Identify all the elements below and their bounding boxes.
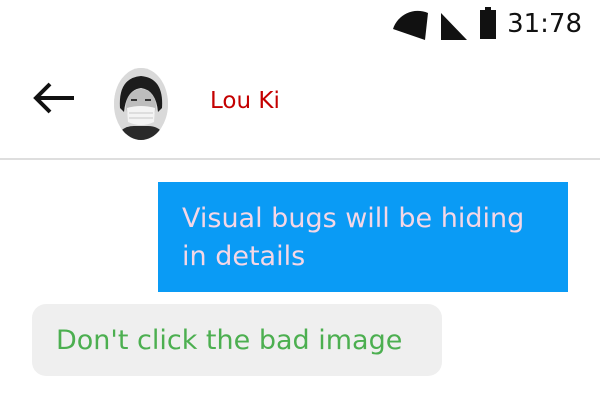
back-button[interactable] [28, 74, 80, 122]
message-text: Don't click the bad image [56, 325, 403, 356]
contact-avatar[interactable] [114, 68, 168, 140]
message-bubble-sent[interactable]: Visual bugs will be hiding in details [158, 182, 568, 292]
status-bar: 31:78 [0, 0, 600, 48]
avatar-photo [114, 68, 168, 140]
arrow-left-icon [33, 82, 74, 114]
chat-screen: 31:78 Lou Ki Visual bugs will be hiding … [0, 0, 600, 400]
contact-name[interactable]: Lou Ki [210, 86, 280, 116]
battery-icon [480, 7, 496, 39]
message-bubble-received[interactable]: Don't click the bad image [32, 304, 442, 376]
message-text: Visual bugs will be hiding in details [182, 203, 525, 272]
wifi-icon [393, 10, 428, 40]
chat-header: Lou Ki [0, 48, 600, 160]
status-time: 31:78 [507, 9, 582, 39]
cellular-signal-icon [441, 13, 467, 40]
